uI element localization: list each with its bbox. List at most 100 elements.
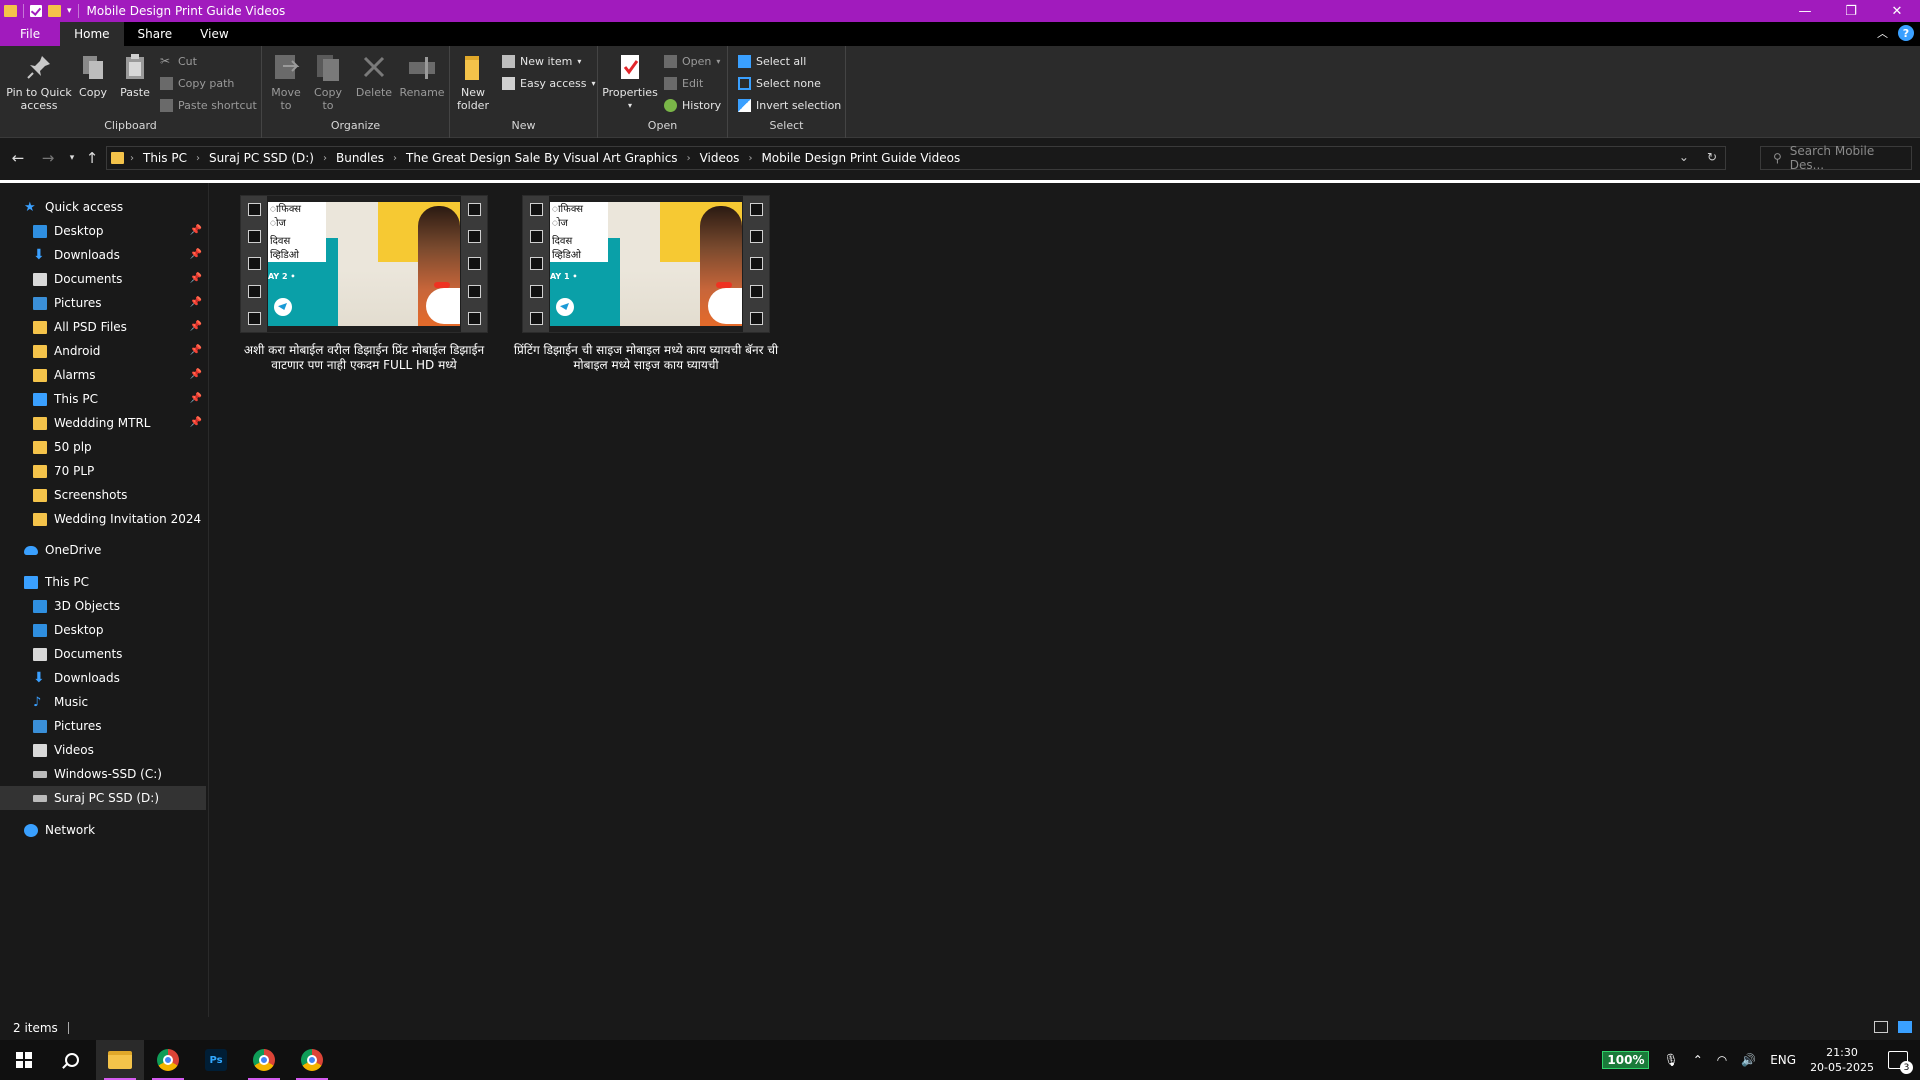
volume-icon[interactable]: 🔊 [1741, 1053, 1756, 1067]
address-bar[interactable]: › This PC › Suraj PC SSD (D:) › Bundles … [106, 146, 1726, 170]
pin-to-quick-access-button[interactable]: Pin to Quick access [6, 52, 72, 112]
close-button[interactable]: ✕ [1874, 0, 1920, 22]
sidebar-item-network[interactable]: Network [0, 818, 206, 842]
breadcrumb-separator-icon[interactable]: › [687, 153, 691, 164]
sidebar-item-videos[interactable]: Videos [0, 738, 206, 762]
tab-view[interactable]: View [186, 22, 242, 46]
open-button[interactable]: Open ▾ [664, 52, 720, 70]
file-item[interactable]: ाफिक्स ोज दिवस व्हिडिओ AY 1 • प्रिंटिंग … [511, 195, 781, 373]
sidebar-item-downloads[interactable]: ⬇ Downloads 📌 [0, 243, 206, 267]
move-to-button[interactable]: Move to [268, 52, 304, 112]
sidebar-item-onedrive[interactable]: OneDrive [0, 538, 206, 562]
language-indicator[interactable]: ENG [1770, 1053, 1796, 1067]
sidebar-item-pc-documents[interactable]: Documents [0, 642, 206, 666]
chevron-up-icon[interactable]: ⌃ [1693, 1053, 1703, 1067]
start-button[interactable] [0, 1040, 48, 1080]
sidebar-item-wedding-invitation[interactable]: Wedding Invitation 2024 Pack [0, 507, 206, 531]
tab-home[interactable]: Home [60, 22, 124, 46]
sidebar-item-this-pc-pinned[interactable]: This PC 📌 [0, 387, 206, 411]
breadcrumb-current-folder[interactable]: Mobile Design Print Guide Videos [761, 151, 960, 165]
sidebar-item-weddding-mtrl[interactable]: Weddding MTRL 📌 [0, 411, 206, 435]
help-icon[interactable]: ? [1898, 25, 1914, 41]
up-arrow-icon[interactable]: ↑ [82, 148, 102, 168]
properties-quick-icon[interactable] [30, 5, 42, 17]
tab-share[interactable]: Share [124, 22, 187, 46]
breadcrumb-separator-icon[interactable]: › [748, 153, 752, 164]
file-name[interactable]: प्रिंटिंग डिझाईन ची साइज मोबाइल मध्ये का… [511, 343, 781, 373]
history-button[interactable]: History [664, 96, 721, 114]
sidebar-item-documents[interactable]: Documents 📌 [0, 267, 206, 291]
sidebar-item-50-plp[interactable]: 50 plp [0, 435, 206, 459]
paste-button[interactable]: Paste [118, 52, 152, 99]
sidebar-item-pc-pictures[interactable]: Pictures [0, 714, 206, 738]
sidebar-item-70-plp[interactable]: 70 PLP [0, 459, 206, 483]
forward-arrow-icon[interactable]: → [38, 148, 58, 168]
address-history-chevron-icon[interactable]: ⌄ [1679, 150, 1689, 164]
battery-indicator[interactable]: 100% [1602, 1051, 1650, 1069]
taskbar-file-explorer[interactable] [96, 1040, 144, 1080]
restore-button[interactable]: ❐ [1828, 0, 1874, 22]
wifi-icon[interactable]: ◠ [1717, 1053, 1727, 1067]
sidebar-item-suraj-pc-ssd[interactable]: Suraj PC SSD (D:) [0, 786, 206, 810]
sidebar-item-this-pc[interactable]: This PC [0, 570, 206, 594]
sidebar-item-quick-access[interactable]: ★ Quick access [0, 195, 206, 219]
breadcrumb-separator-icon[interactable]: › [323, 153, 327, 164]
breadcrumb-design-sale[interactable]: The Great Design Sale By Visual Art Grap… [406, 151, 678, 165]
breadcrumb-separator-icon[interactable]: › [393, 153, 397, 164]
large-icons-view-icon[interactable] [1898, 1021, 1912, 1033]
taskbar-chrome-2[interactable] [240, 1040, 288, 1080]
breadcrumb-bundles[interactable]: Bundles [336, 151, 384, 165]
sidebar-item-pc-desktop[interactable]: Desktop [0, 618, 206, 642]
sidebar-item-3d-objects[interactable]: 3D Objects [0, 594, 206, 618]
sidebar-item-pc-downloads[interactable]: ⬇ Downloads [0, 666, 206, 690]
microphone-icon[interactable]: 🎙 [1663, 1053, 1678, 1067]
breadcrumb-drive[interactable]: Suraj PC SSD (D:) [209, 151, 314, 165]
new-folder-quick-icon[interactable] [48, 5, 61, 17]
file-view[interactable]: ाफिक्स ोज दिवस व्हिडिओ AY 2 • अशी करा मो… [209, 183, 1920, 1017]
sidebar-item-desktop[interactable]: Desktop 📌 [0, 219, 206, 243]
back-arrow-icon[interactable]: ← [8, 148, 28, 168]
details-view-icon[interactable] [1874, 1021, 1888, 1033]
search-input[interactable]: Search Mobile Des... [1790, 144, 1911, 172]
sidebar-item-pictures[interactable]: Pictures 📌 [0, 291, 206, 315]
file-item[interactable]: ाफिक्स ोज दिवस व्हिडिओ AY 2 • अशी करा मो… [229, 195, 499, 373]
edit-button[interactable]: Edit [664, 74, 703, 92]
delete-button[interactable]: Delete [356, 52, 392, 99]
copy-to-button[interactable]: Copy to [310, 52, 346, 112]
taskbar-search-button[interactable] [48, 1040, 96, 1080]
tab-file[interactable]: File [0, 22, 61, 46]
copy-path-button[interactable]: Copy path [160, 74, 234, 92]
refresh-icon[interactable]: ↻ [1707, 150, 1717, 164]
breadcrumb-videos[interactable]: Videos [700, 151, 740, 165]
search-box[interactable]: ⚲ Search Mobile Des... [1760, 144, 1912, 172]
recent-locations-chevron-icon[interactable]: ▾ [62, 148, 82, 168]
sidebar-item-music[interactable]: ♪ Music [0, 690, 206, 714]
copy-button[interactable]: Copy [76, 52, 110, 99]
customize-toolbar-chevron-icon[interactable]: ▾ [67, 6, 72, 16]
select-none-button[interactable]: Select none [738, 74, 821, 92]
minimize-button[interactable]: — [1782, 0, 1828, 22]
new-folder-button[interactable]: New folder [454, 52, 492, 112]
sidebar-item-windows-ssd[interactable]: Windows-SSD (C:) [0, 762, 206, 786]
properties-button[interactable]: Properties ▾ [602, 52, 658, 112]
cut-button[interactable]: ✂ Cut [160, 52, 197, 70]
select-all-button[interactable]: Select all [738, 52, 806, 70]
notification-center-icon[interactable]: 3 [1888, 1051, 1913, 1074]
chevron-up-icon[interactable]: ︿ [1877, 25, 1888, 41]
taskbar-chrome-1[interactable] [144, 1040, 192, 1080]
clock[interactable]: 21:30 20-05-2025 [1810, 1045, 1874, 1075]
taskbar-chrome-3[interactable] [288, 1040, 336, 1080]
sidebar-item-screenshots[interactable]: Screenshots [0, 483, 206, 507]
breadcrumb-this-pc[interactable]: This PC [143, 151, 187, 165]
file-name[interactable]: अशी करा मोबाईल वरील डिझाईन प्रिंट मोबाईल… [229, 343, 499, 373]
rename-button[interactable]: Rename [399, 52, 445, 99]
sidebar-item-android[interactable]: Android 📌 [0, 339, 206, 363]
breadcrumb-separator-icon[interactable]: › [196, 153, 200, 164]
sidebar-item-all-psd-files[interactable]: All PSD Files 📌 [0, 315, 206, 339]
invert-selection-button[interactable]: Invert selection [738, 96, 841, 114]
sidebar-item-alarms[interactable]: Alarms 📌 [0, 363, 206, 387]
paste-shortcut-button[interactable]: Paste shortcut [160, 96, 257, 114]
taskbar-photoshop[interactable]: Ps [192, 1040, 240, 1080]
easy-access-button[interactable]: Easy access ▾ [502, 74, 596, 92]
new-item-button[interactable]: New item ▾ [502, 52, 581, 70]
